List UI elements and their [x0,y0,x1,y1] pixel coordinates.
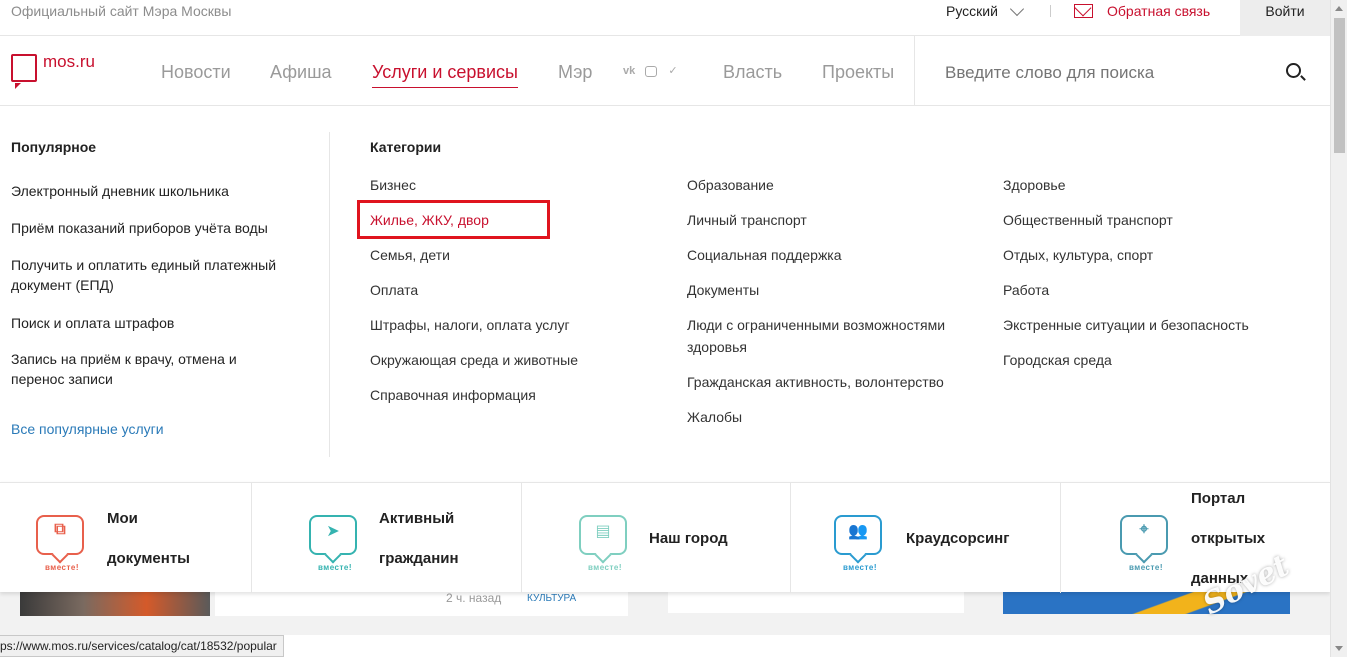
divider [1050,5,1051,17]
news-time: 2 ч. назад [446,591,502,605]
news-card [668,590,964,613]
divider [914,36,915,106]
nav-afisha[interactable]: Афиша [270,62,332,83]
vertical-scrollbar[interactable] [1330,0,1347,657]
open-data-icon: ⌖ вместе! [1120,515,1168,572]
nav-government[interactable]: Власть [723,62,782,83]
category-link[interactable]: Жалобы [687,406,742,428]
category-link[interactable]: Документы [687,279,759,301]
popular-title: Популярное [11,139,97,155]
category-link[interactable]: Бизнес [370,174,416,196]
popular-item[interactable]: Получить и оплатить единый платежный док… [11,255,301,295]
tile-our-city[interactable]: ▤ вместе! Наш город [522,483,791,593]
social-links: vk ✓ [623,66,679,77]
tile-label: Мои документы [107,510,190,567]
category-link[interactable]: Гражданская активность, волонтерство [687,371,944,393]
nav-services[interactable]: Услуги и сервисы [372,62,518,88]
feedback-label: Обратная связь [1107,3,1211,19]
popular-item[interactable]: Запись на приём к врачу, отмена и перено… [11,349,271,389]
category-link[interactable]: Общественный транспорт [1003,209,1173,231]
search-icon[interactable] [1286,63,1301,78]
documents-icon: ⧉ вместе! [36,515,84,572]
services-dropdown: Популярное Электронный дневник школьника… [0,107,1330,482]
feedback-link[interactable]: Обратная связь [1074,3,1210,19]
chevron-down-icon [1009,1,1025,16]
tile-label: Наш город [649,530,728,547]
category-link[interactable]: Люди с ограниченными возможностями здоро… [687,314,967,358]
instagram-icon[interactable] [645,66,657,77]
categories-title: Категории [370,139,442,155]
tile-my-documents[interactable]: ⧉ вместе! Мои документы [0,483,252,593]
news-card[interactable]: 2 ч. назад КУЛЬТУРА [215,590,628,616]
category-link[interactable]: Образование [687,174,774,196]
crowdsourcing-icon: 👥 вместе! [834,515,882,572]
category-link[interactable]: Справочная информация [370,384,536,406]
category-link[interactable]: Городская среда [1003,349,1112,371]
category-link[interactable]: Социальная поддержка [687,244,842,266]
category-link[interactable]: Отдых, культура, спорт [1003,244,1153,266]
category-link[interactable]: Оплата [370,279,418,301]
logo[interactable]: mos.ru [11,52,95,89]
category-link[interactable]: Окружающая среда и животные [370,349,578,371]
nav-projects[interactable]: Проекты [822,62,894,83]
mail-icon [1074,4,1093,18]
status-bar-url: ps://www.mos.ru/services/catalog/cat/185… [0,635,284,657]
logo-icon [11,54,37,89]
category-link[interactable]: Здоровье [1003,174,1066,196]
scroll-thumb[interactable] [1334,18,1345,153]
category-link[interactable]: Работа [1003,279,1049,301]
main-header: mos.ru Новости Афиша Услуги и сервисы Мэ… [0,36,1330,106]
background-news-strip: 2 ч. назад КУЛЬТУРА [0,590,1330,635]
popular-item[interactable]: Электронный дневник школьника [11,181,311,201]
top-utility-bar: Официальный сайт Мэра Москвы Русский Обр… [0,0,1330,36]
tile-crowdsourcing[interactable]: 👥 вместе! Краудсорсинг [791,483,1061,593]
search-input[interactable] [945,63,1265,83]
official-site-label: Официальный сайт Мэра Москвы [11,3,232,19]
popular-item[interactable]: Приём показаний приборов учёта воды [11,218,311,238]
news-image [20,590,210,616]
logo-text: mos.ru [43,52,95,71]
category-link[interactable]: Личный транспорт [687,209,807,231]
tile-active-citizen[interactable]: ➤ вместе! Активный гражданин [252,483,522,593]
nav-mayor[interactable]: Мэр [558,62,592,83]
popular-item[interactable]: Поиск и оплата штрафов [11,313,311,333]
twitter-icon[interactable]: ✓ [667,66,679,77]
service-tiles: ⧉ вместе! Мои документы ➤ вместе! Активный… [0,482,1330,593]
category-link[interactable]: Штрафы, налоги, оплата услуг [370,314,570,336]
language-selector[interactable]: Русский [946,1,1025,19]
login-button[interactable]: Войти [1240,0,1330,36]
active-citizen-icon: ➤ вместе! [309,515,357,572]
all-popular-link[interactable]: Все популярные услуги [11,421,164,437]
tile-label: Активный гражданин [379,510,459,567]
scroll-up-arrow-icon[interactable] [1335,6,1343,11]
vk-icon[interactable]: vk [623,66,635,77]
language-label: Русский [946,3,998,19]
highlight-box [357,200,550,239]
category-link[interactable]: Семья, дети [370,244,450,266]
nav-news[interactable]: Новости [161,62,231,83]
tile-label: Краудсорсинг [906,530,1010,547]
news-tag[interactable]: КУЛЬТУРА [527,593,576,604]
our-city-icon: ▤ вместе! [579,515,627,572]
scroll-down-arrow-icon[interactable] [1335,646,1343,651]
divider [329,132,330,457]
category-link[interactable]: Экстренные ситуации и безопасность [1003,314,1249,336]
